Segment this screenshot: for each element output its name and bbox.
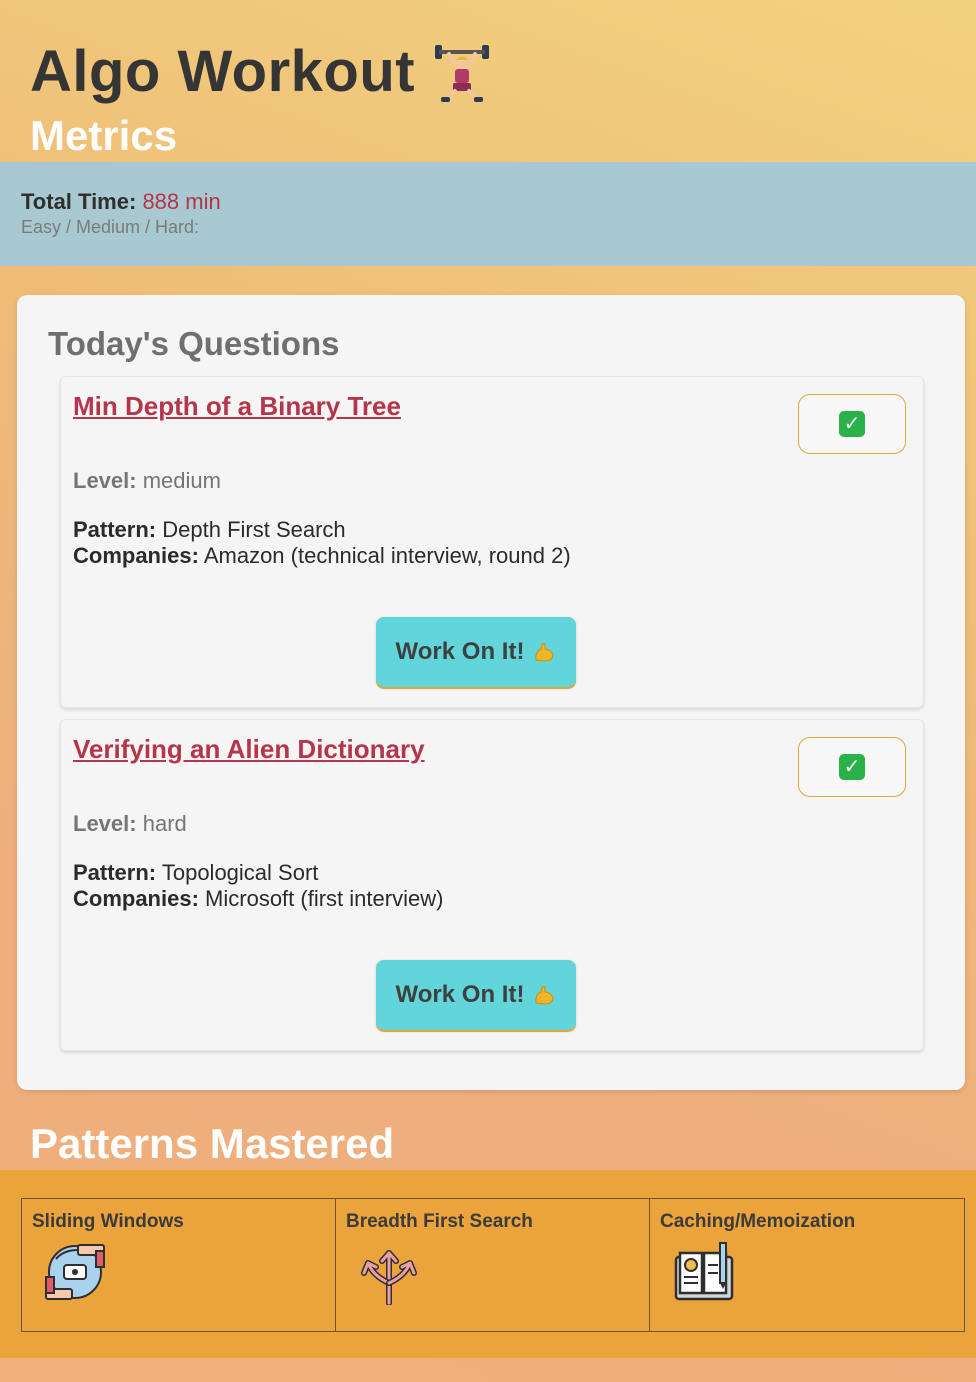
work-on-it-label: Work On It! [395, 981, 525, 1008]
todays-questions-panel: Today's Questions Min Depth of a Binary … [17, 295, 965, 1090]
pattern-label: Pattern: [73, 517, 157, 542]
metrics-panel: Total Time: 888 min Easy / Medium / Hard… [0, 162, 976, 266]
level-value: medium [142, 468, 221, 493]
sliding-windows-icon [45, 1244, 105, 1300]
pattern-name: Breadth First Search [346, 1211, 533, 1232]
companies-value: Amazon (technical interview, round 2) [203, 543, 571, 568]
question-companies: Companies: Microsoft (first interview) [73, 886, 443, 912]
app-title: Algo Workout [30, 39, 416, 104]
flexed-bicep-icon [535, 643, 554, 662]
branching-arrows-icon [361, 1250, 417, 1305]
level-label: Level: [73, 811, 137, 836]
pattern-tile[interactable]: Sliding Windows [22, 1199, 336, 1331]
work-on-it-label: Work On It! [395, 638, 525, 665]
total-time-value: 888 min [142, 189, 221, 214]
difficulty-breakdown: Easy / Medium / Hard: [21, 217, 200, 237]
pattern-tile[interactable]: Breadth First Search [336, 1199, 650, 1331]
pattern-value: Depth First Search [162, 517, 346, 542]
page-title: Algo Workout [30, 38, 491, 105]
pattern-value: Topological Sort [161, 860, 319, 885]
notebook-icon [674, 1242, 734, 1301]
work-on-it-button[interactable]: Work On It! [376, 960, 576, 1030]
question-card: Min Depth of a Binary Tree ✓ Level: medi… [60, 376, 924, 708]
level-label: Level: [73, 468, 137, 493]
checkmark-icon: ✓ [839, 411, 865, 437]
pattern-name: Caching/Memoization [660, 1211, 856, 1232]
question-pattern: Pattern: Topological Sort [73, 860, 318, 886]
weightlifter-icon [435, 44, 490, 102]
flexed-bicep-icon [535, 986, 554, 1005]
work-on-it-button[interactable]: Work On It! [376, 617, 576, 687]
complete-toggle-button[interactable]: ✓ [798, 737, 906, 797]
checkmark-icon: ✓ [839, 754, 865, 780]
questions-heading: Today's Questions [48, 325, 340, 362]
question-companies: Companies: Amazon (technical interview, … [73, 543, 571, 569]
pattern-name: Sliding Windows [32, 1211, 184, 1232]
metrics-heading: Metrics [30, 112, 178, 159]
complete-toggle-button[interactable]: ✓ [798, 394, 906, 454]
total-time-label: Total Time: [21, 189, 137, 214]
patterns-grid: Sliding Windows Breadth First Search Cac… [21, 1198, 965, 1332]
companies-label: Companies: [73, 886, 199, 911]
companies-value: Microsoft (first interview) [205, 886, 444, 911]
question-level: Level: medium [73, 468, 221, 494]
pattern-label: Pattern: [73, 860, 157, 885]
question-level: Level: hard [73, 811, 187, 837]
pattern-tile[interactable]: Caching/Memoization [650, 1199, 964, 1331]
question-title-link[interactable]: Verifying an Alien Dictionary [73, 734, 425, 765]
patterns-heading: Patterns Mastered [30, 1120, 395, 1167]
question-pattern: Pattern: Depth First Search [73, 517, 346, 543]
question-card: Verifying an Alien Dictionary ✓ Level: h… [60, 719, 924, 1051]
level-value: hard [142, 811, 187, 836]
question-title-link[interactable]: Min Depth of a Binary Tree [73, 391, 401, 422]
patterns-mastered-panel: Sliding Windows Breadth First Search Cac… [0, 1170, 976, 1358]
companies-label: Companies: [73, 543, 199, 568]
total-time: Total Time: 888 min [21, 189, 221, 215]
